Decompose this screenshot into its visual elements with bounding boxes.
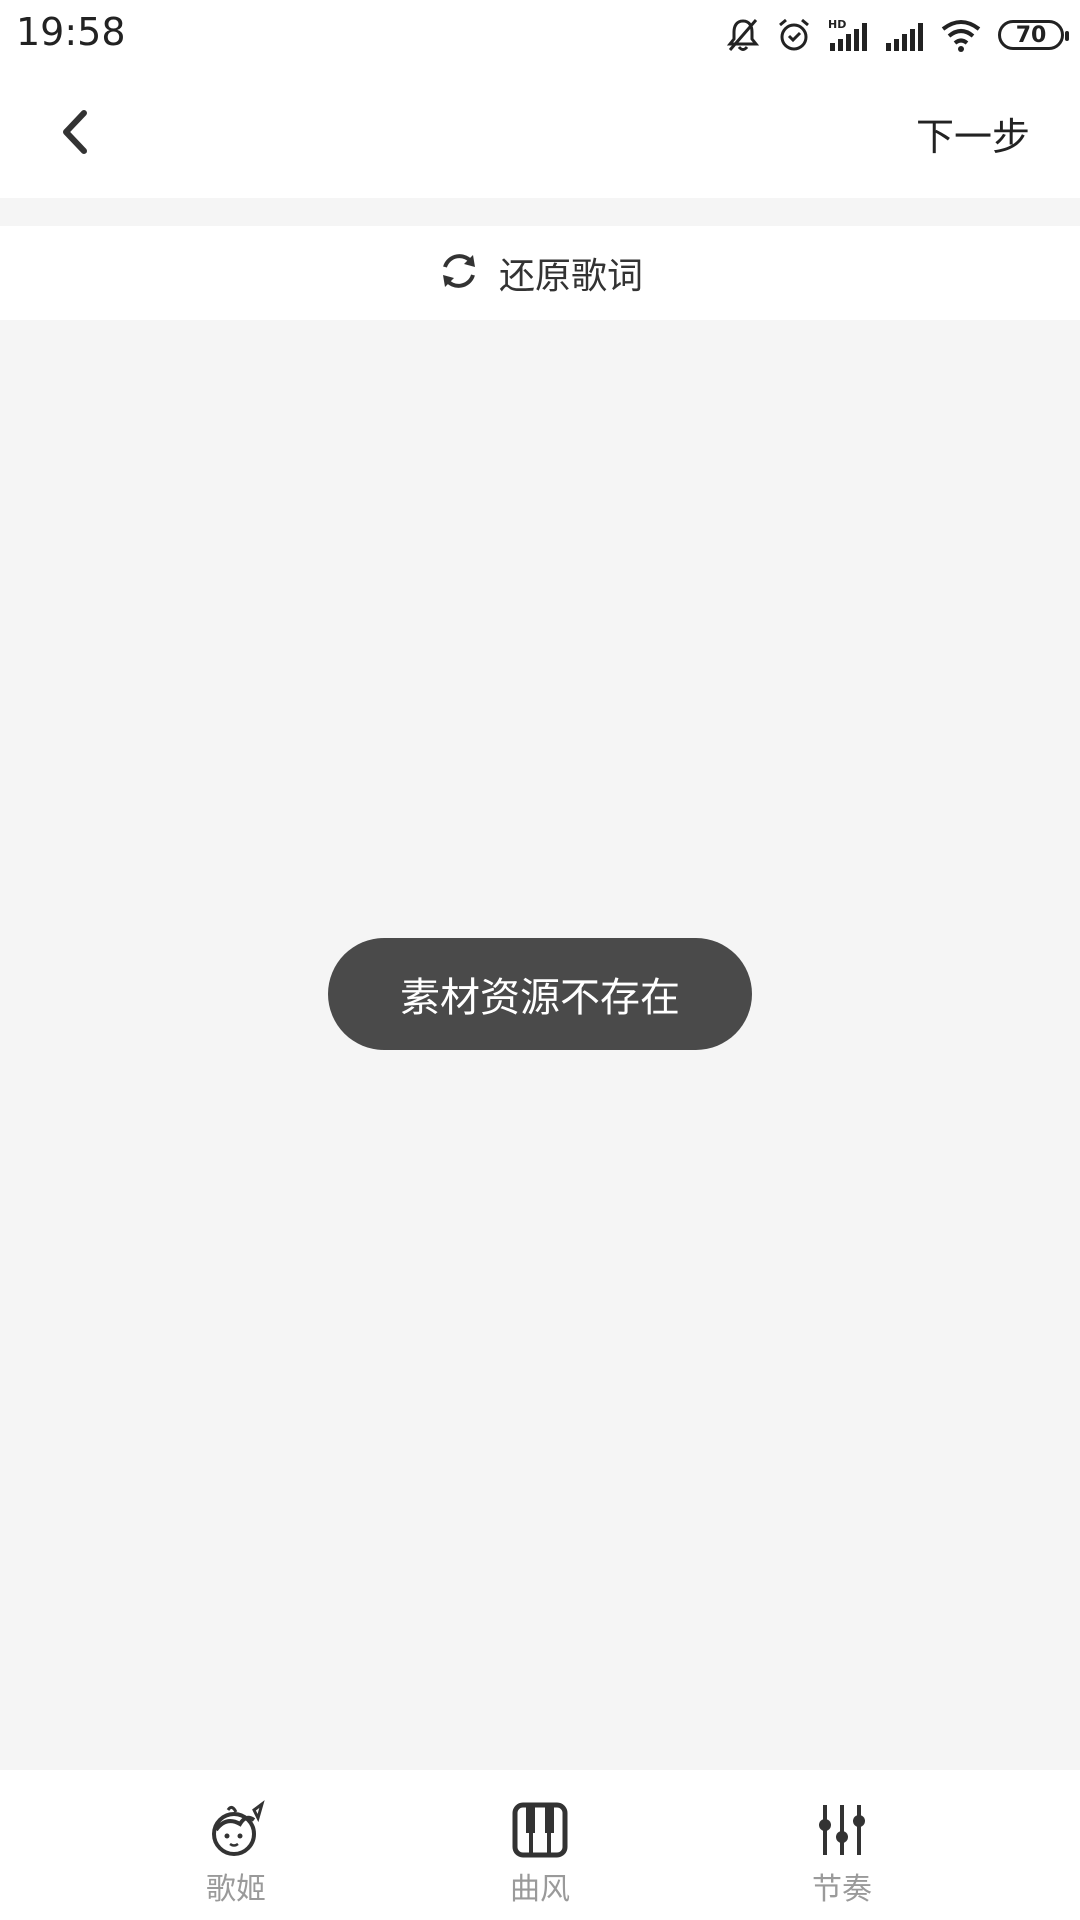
status-icons: HD 70 [726, 10, 1069, 60]
alarm-icon [776, 17, 812, 53]
next-step-button[interactable]: 下一步 [916, 106, 1030, 161]
tab-singer[interactable]: 歌姬 [166, 1798, 306, 1908]
bell-off-icon [726, 17, 760, 53]
tab-style-label: 曲风 [510, 1872, 570, 1907]
toast-message: 素材资源不存在 [400, 975, 680, 1021]
battery-icon: 70 [998, 20, 1069, 50]
svg-text:HD: HD [828, 18, 846, 31]
back-button[interactable] [36, 94, 116, 174]
singer-avatar-icon [204, 1798, 268, 1862]
tab-singer-label: 歌姬 [206, 1872, 266, 1907]
piano-icon [508, 1798, 572, 1862]
bottom-tab-bar: 歌姬 曲风 节奏 [0, 1770, 1080, 1920]
tab-rhythm-label: 节奏 [812, 1872, 872, 1907]
top-nav: 下一步 [0, 70, 1080, 198]
status-time: 19:58 [16, 10, 126, 54]
tab-style[interactable]: 曲风 [470, 1798, 610, 1908]
restore-lyrics-label: 还原歌词 [498, 256, 643, 297]
toast: 素材资源不存在 [328, 938, 752, 1050]
signal-icon [884, 17, 924, 53]
refresh-icon [437, 249, 481, 297]
status-bar: 19:58 HD 70 [0, 0, 1080, 70]
restore-lyrics-button[interactable]: 还原歌词 [0, 226, 1080, 320]
chevron-left-icon [56, 107, 96, 161]
tab-rhythm[interactable]: 节奏 [772, 1798, 912, 1908]
wifi-icon [940, 17, 982, 53]
hd-signal-icon: HD [828, 17, 868, 53]
battery-level: 70 [1015, 22, 1047, 48]
equalizer-icon [810, 1798, 874, 1862]
